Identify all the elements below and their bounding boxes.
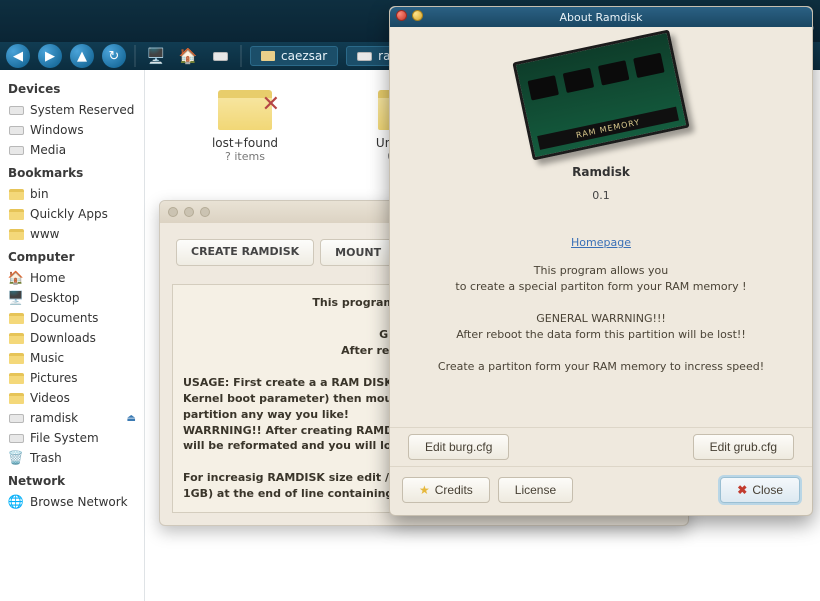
sidebar-item-label: ramdisk [30, 411, 78, 425]
folder-label: lost+found [175, 136, 315, 150]
sidebar-item-label: Pictures [30, 371, 78, 385]
maximize-icon[interactable] [200, 207, 210, 217]
sidebar-item-label: Windows [30, 123, 84, 137]
sidebar-item-ramdisk[interactable]: ramdisk ⏏ [0, 408, 144, 428]
sidebar-heading-devices: Devices [0, 76, 144, 100]
sidebar-item-home[interactable]: 🏠Home [0, 268, 144, 288]
back-button[interactable]: ◀ [6, 44, 30, 68]
close-icon[interactable] [396, 10, 407, 21]
sidebar-item-label: Documents [30, 311, 98, 325]
about-titlebar[interactable]: About Ramdisk [390, 7, 812, 27]
sidebar-item-label: Downloads [30, 331, 96, 345]
sidebar-item-pictures[interactable]: Pictures [0, 368, 144, 388]
close-x-icon: ✖ [737, 483, 747, 497]
file-manager-sidebar: Devices System Reserved Windows Media Bo… [0, 70, 145, 601]
sidebar-item-label: Browse Network [30, 495, 128, 509]
breadcrumb-label: caezsar [281, 49, 327, 63]
arrow-up-icon: ▲ [77, 49, 87, 64]
up-button[interactable]: ▲ [70, 44, 94, 68]
sidebar-item-label: Home [30, 271, 65, 285]
sidebar-item-label: Desktop [30, 291, 80, 305]
sidebar-item-label: Videos [30, 391, 70, 405]
drive-icon [357, 52, 372, 61]
sidebar-item-system-reserved[interactable]: System Reserved [0, 100, 144, 120]
reload-icon: ↻ [109, 49, 120, 64]
sidebar-item-music[interactable]: Music [0, 348, 144, 368]
sidebar-item-quickly-apps[interactable]: Quickly Apps [0, 204, 144, 224]
tab-mount[interactable]: MOUNT [320, 239, 396, 266]
program-version: 0.1 [408, 189, 794, 202]
reload-button[interactable]: ↻ [102, 44, 126, 68]
locked-icon: ✕ [262, 92, 280, 117]
sidebar-item-browse-network[interactable]: 🌐Browse Network [0, 492, 144, 512]
toolbar-separator [134, 45, 136, 67]
about-description: This program allows you to create a spec… [408, 263, 794, 375]
computer-icon[interactable]: 🖥️ [144, 46, 168, 66]
sidebar-item-media[interactable]: Media [0, 140, 144, 160]
folder-icon [261, 51, 275, 61]
close-button[interactable]: ✖Close [720, 477, 800, 503]
edit-grub-button[interactable]: Edit grub.cfg [693, 434, 794, 460]
about-dialog: About Ramdisk RAM MEMORY Ramdisk 0.1 Hom… [389, 6, 813, 516]
toolbar-separator [240, 45, 242, 67]
license-button[interactable]: License [498, 477, 573, 503]
ram-module-image: RAM MEMORY [512, 29, 689, 160]
sidebar-item-label: Media [30, 143, 66, 157]
sidebar-item-label: File System [30, 431, 99, 445]
sidebar-item-windows[interactable]: Windows [0, 120, 144, 140]
sidebar-item-label: Trash [30, 451, 62, 465]
sidebar-item-documents[interactable]: Documents [0, 308, 144, 328]
sidebar-heading-network: Network [0, 468, 144, 492]
homepage-link[interactable]: Homepage [408, 236, 794, 249]
sidebar-item-www[interactable]: www [0, 224, 144, 244]
credits-button[interactable]: ★Credits [402, 477, 490, 503]
sidebar-item-label: bin [30, 187, 49, 201]
breadcrumb-caezsar[interactable]: caezsar [250, 46, 338, 66]
sidebar-item-bin[interactable]: bin [0, 184, 144, 204]
home-icon[interactable]: 🏠 [176, 46, 200, 66]
sidebar-item-desktop[interactable]: 🖥️Desktop [0, 288, 144, 308]
sidebar-item-label: www [30, 227, 59, 241]
forward-button[interactable]: ▶ [38, 44, 62, 68]
minimize-icon[interactable] [184, 207, 194, 217]
drive-icon[interactable] [208, 46, 232, 66]
sidebar-item-downloads[interactable]: Downloads [0, 328, 144, 348]
sidebar-item-label: Music [30, 351, 64, 365]
sidebar-item-label: Quickly Apps [30, 207, 108, 221]
folder-subtitle: ? items [175, 150, 315, 163]
sidebar-heading-bookmarks: Bookmarks [0, 160, 144, 184]
about-title: About Ramdisk [559, 11, 642, 24]
eject-icon[interactable]: ⏏ [127, 413, 136, 424]
sidebar-item-trash[interactable]: 🗑️Trash [0, 448, 144, 468]
minimize-icon[interactable] [412, 10, 423, 21]
folder-lost-found[interactable]: ✕ lost+found ? items [175, 90, 315, 163]
arrow-right-icon: ▶ [45, 49, 55, 64]
arrow-left-icon: ◀ [13, 49, 23, 64]
sidebar-item-file-system[interactable]: File System [0, 428, 144, 448]
program-name: Ramdisk [408, 165, 794, 179]
close-icon[interactable] [168, 207, 178, 217]
ram-image-label: RAM MEMORY [537, 107, 679, 150]
sidebar-item-label: System Reserved [30, 103, 134, 117]
edit-burg-button[interactable]: Edit burg.cfg [408, 434, 509, 460]
star-icon: ★ [419, 483, 430, 497]
sidebar-item-videos[interactable]: Videos [0, 388, 144, 408]
sidebar-heading-computer: Computer [0, 244, 144, 268]
tab-create-ramdisk[interactable]: CREATE RAMDISK [176, 239, 314, 266]
